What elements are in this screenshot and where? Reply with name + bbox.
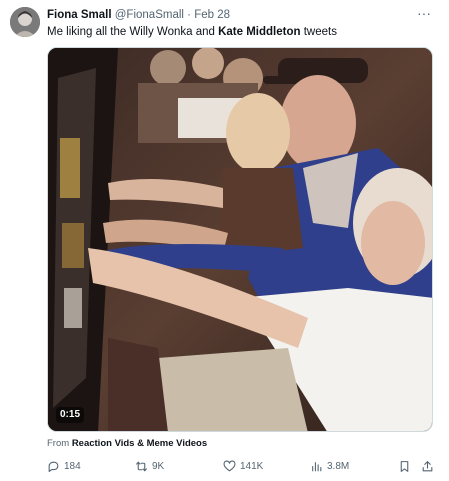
retweet-icon: [136, 461, 147, 471]
author-handle[interactable]: @FionaSmall: [115, 9, 184, 21]
tweet-text-suffix: tweets: [300, 26, 337, 38]
author-name[interactable]: Fiona Small: [47, 9, 112, 21]
views-button[interactable]: 3.8M: [310, 458, 349, 474]
tweet[interactable]: Fiona Small @FionaSmall · Feb 28 ··· Me …: [0, 0, 449, 481]
tweet-text: Me liking all the Willy Wonka and Kate M…: [47, 25, 337, 39]
like-icon: [223, 459, 236, 471]
like-count: 141K: [240, 460, 264, 472]
bookmark-icon: [400, 460, 409, 472]
action-bar: 184 9K 141K 3.8M: [47, 458, 437, 474]
avatar-image: [10, 7, 40, 37]
retweet-button[interactable]: 9K: [135, 458, 164, 474]
video-duration: 0:15: [56, 407, 85, 423]
avatar[interactable]: [10, 7, 40, 37]
views-count: 3.8M: [327, 460, 350, 472]
views-icon: [312, 461, 322, 471]
reply-icon: [48, 461, 59, 472]
tweet-text-prefix: Me liking all the Willy Wonka and: [47, 26, 219, 38]
post-date[interactable]: Feb 28: [194, 9, 230, 21]
tweet-header: Fiona Small @FionaSmall · Feb 28: [47, 8, 230, 22]
from-label: From: [47, 438, 72, 449]
share-button[interactable]: [421, 458, 434, 474]
reply-count: 184: [64, 460, 81, 472]
more-icon[interactable]: ···: [413, 4, 435, 22]
like-button[interactable]: 141K: [223, 458, 263, 474]
header-separator: ·: [187, 9, 191, 21]
video-player[interactable]: 0:15: [47, 47, 433, 432]
tweet-text-bold: Kate Middleton: [218, 26, 301, 38]
retweet-count: 9K: [152, 460, 165, 472]
bookmark-button[interactable]: [398, 458, 411, 474]
media-attribution: From Reaction Vids & Meme Videos: [47, 438, 207, 450]
share-icon: [422, 460, 433, 471]
from-source-link[interactable]: Reaction Vids & Meme Videos: [72, 438, 207, 449]
video-frame: [48, 48, 432, 431]
reply-button[interactable]: 184: [47, 458, 81, 474]
